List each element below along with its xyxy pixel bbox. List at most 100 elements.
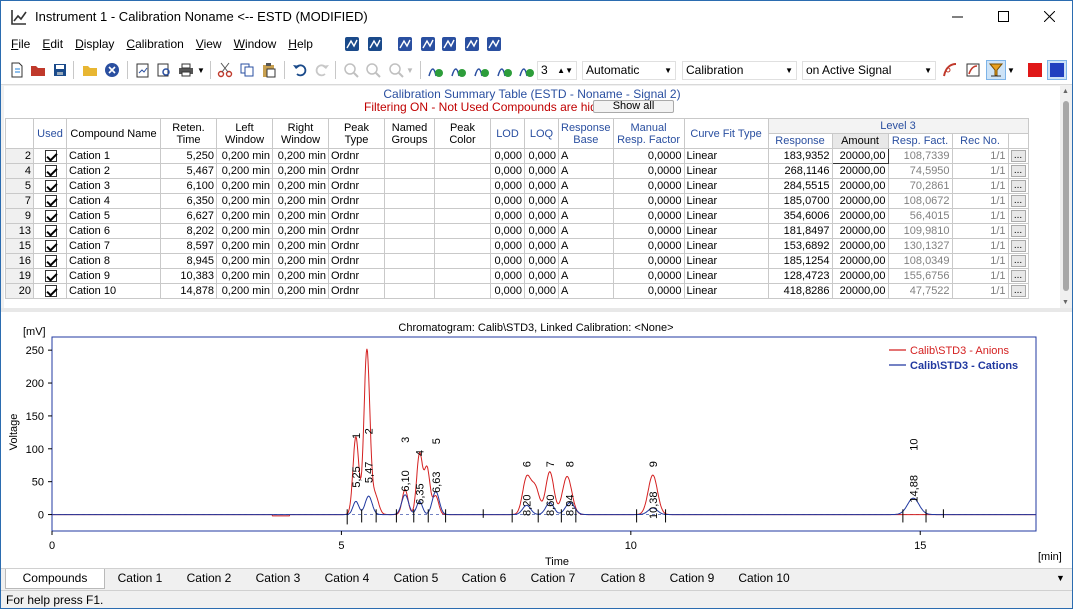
amount-cell[interactable]: 20000,00	[831, 148, 889, 164]
amount-cell[interactable]: 20000,00	[831, 238, 889, 254]
loq-cell[interactable]: 0,000	[524, 178, 559, 194]
compound-name-cell[interactable]: Cation 8	[66, 253, 161, 269]
used-checkbox[interactable]	[45, 149, 57, 162]
peak-update-icon[interactable]	[517, 60, 537, 80]
peak-type-cell[interactable]: Ordnr	[328, 208, 385, 224]
response-base-cell[interactable]: A	[558, 238, 614, 254]
retention-time-cell[interactable]: 8,945	[160, 253, 217, 269]
retention-time-cell[interactable]: 14,878	[160, 283, 217, 299]
minimize-button[interactable]	[934, 1, 980, 32]
curve-fit-cell[interactable]: Linear	[683, 163, 769, 179]
close-button[interactable]	[1026, 1, 1072, 32]
loq-cell[interactable]: 0,000	[524, 148, 559, 164]
peak-color-cell[interactable]	[434, 148, 491, 164]
right-window-cell[interactable]: 0,200 min	[272, 178, 329, 194]
right-window-cell[interactable]: 0,200 min	[272, 253, 329, 269]
manual-resp-factor-cell[interactable]: 0,0000	[612, 283, 685, 299]
manual-resp-factor-cell[interactable]: 0,0000	[612, 193, 685, 209]
response-base-cell[interactable]: A	[558, 163, 614, 179]
stop-red-icon[interactable]	[1025, 60, 1045, 80]
lod-cell[interactable]: 0,000	[490, 178, 525, 194]
show-all-button[interactable]: Show all	[593, 100, 674, 113]
more-cell[interactable]: ...	[1007, 223, 1029, 239]
curve-fit-cell[interactable]: Linear	[683, 193, 769, 209]
table-row[interactable]: 15 Cation 7 8,597 0,200 min 0,200 min Ordnr 0,…	[5, 238, 1029, 254]
peak-type-cell[interactable]: Ordnr	[328, 253, 385, 269]
loq-cell[interactable]: 0,000	[524, 193, 559, 209]
tab-cation-2[interactable]: Cation 2	[178, 569, 240, 589]
response-base-cell[interactable]: A	[558, 193, 614, 209]
retention-time-cell[interactable]: 6,627	[160, 208, 217, 224]
used-checkbox[interactable]	[45, 194, 57, 207]
used-checkbox-cell[interactable]	[33, 208, 67, 224]
named-groups-cell[interactable]	[384, 253, 435, 269]
more-button[interactable]: ...	[1010, 225, 1026, 237]
left-window-cell[interactable]: 0,200 min	[216, 283, 273, 299]
right-window-cell[interactable]: 0,200 min	[272, 268, 329, 284]
retention-time-cell[interactable]: 5,250	[160, 148, 217, 164]
table-row[interactable]: 20 Cation 10 14,878 0,200 min 0,200 min Ordnr…	[5, 283, 1029, 299]
retention-time-cell[interactable]: 5,467	[160, 163, 217, 179]
named-groups-cell[interactable]	[384, 148, 435, 164]
col-used[interactable]: Used	[33, 118, 67, 149]
lod-cell[interactable]: 0,000	[490, 283, 525, 299]
more-button[interactable]: ...	[1010, 270, 1026, 282]
col-color[interactable]: Peak Color	[434, 118, 491, 149]
named-groups-cell[interactable]	[384, 238, 435, 254]
cut-icon[interactable]	[215, 60, 235, 80]
peak-color-cell[interactable]	[434, 268, 491, 284]
scroll-up-icon[interactable]: ▲	[1062, 88, 1069, 95]
peak-color-cell[interactable]	[434, 163, 491, 179]
peak-type-cell[interactable]: Ordnr	[328, 163, 385, 179]
col-curve[interactable]: Curve Fit Type	[683, 118, 769, 149]
save-icon[interactable]	[50, 60, 70, 80]
table-row[interactable]: 2 Cation 1 5,250 0,200 min 0,200 min Ordnr 0,0…	[5, 148, 1029, 164]
table-scrollbar[interactable]: ▲ ▼	[1060, 86, 1072, 308]
used-checkbox-cell[interactable]	[33, 223, 67, 239]
used-checkbox-cell[interactable]	[33, 163, 67, 179]
mode-combo[interactable]: Automatic ▼	[582, 61, 676, 80]
loq-cell[interactable]: 0,000	[524, 253, 559, 269]
compound-name-cell[interactable]: Cation 1	[66, 148, 161, 164]
more-cell[interactable]: ...	[1007, 163, 1029, 179]
amount-cell[interactable]: 20000,00	[831, 283, 889, 299]
right-window-cell[interactable]: 0,200 min	[272, 148, 329, 164]
more-button[interactable]: ...	[1010, 240, 1026, 252]
tab-cation-9[interactable]: Cation 9	[661, 569, 723, 589]
peak-add-icon[interactable]	[426, 60, 446, 80]
filter-dropdown-icon[interactable]: ▼	[1006, 60, 1016, 80]
col-amount[interactable]: Amount	[831, 133, 889, 149]
tab-overflow-icon[interactable]: ▼	[1056, 573, 1065, 583]
col-right[interactable]: Right Window	[272, 118, 329, 149]
amount-cell[interactable]: 20000,00	[831, 178, 889, 194]
preview-icon[interactable]	[154, 60, 174, 80]
close-file-icon[interactable]	[102, 60, 122, 80]
used-checkbox[interactable]	[45, 209, 57, 222]
used-checkbox-cell[interactable]	[33, 193, 67, 209]
more-button[interactable]: ...	[1010, 180, 1026, 192]
compound-name-cell[interactable]: Cation 9	[66, 268, 161, 284]
calib-curve-icon[interactable]	[940, 60, 960, 80]
more-cell[interactable]: ...	[1007, 208, 1029, 224]
amount-cell[interactable]: 20000,00	[831, 223, 889, 239]
view-combo[interactable]: Calibration ▼	[682, 61, 797, 80]
right-window-cell[interactable]: 0,200 min	[272, 193, 329, 209]
calib-icon[interactable]	[397, 36, 413, 52]
right-window-cell[interactable]: 0,200 min	[272, 238, 329, 254]
lod-cell[interactable]: 0,000	[490, 253, 525, 269]
amount-cell[interactable]: 20000,00	[831, 208, 889, 224]
loq-cell[interactable]: 0,000	[524, 223, 559, 239]
lod-cell[interactable]: 0,000	[490, 268, 525, 284]
signal-combo[interactable]: on Active Signal ▼	[802, 61, 936, 80]
manual-resp-factor-cell[interactable]: 0,0000	[612, 238, 685, 254]
menu-item-help[interactable]: Help	[282, 32, 319, 56]
level-spinbox[interactable]: 3 ▲▼	[537, 61, 577, 80]
loq-cell[interactable]: 0,000	[524, 283, 559, 299]
used-checkbox[interactable]	[45, 269, 57, 282]
loq-cell[interactable]: 0,000	[524, 208, 559, 224]
peak-type-cell[interactable]: Ordnr	[328, 148, 385, 164]
sequence-icon[interactable]	[441, 36, 457, 52]
filter-icon[interactable]	[986, 60, 1006, 80]
table-row[interactable]: 16 Cation 8 8,945 0,200 min 0,200 min Ordnr 0,…	[5, 253, 1029, 269]
named-groups-cell[interactable]	[384, 208, 435, 224]
